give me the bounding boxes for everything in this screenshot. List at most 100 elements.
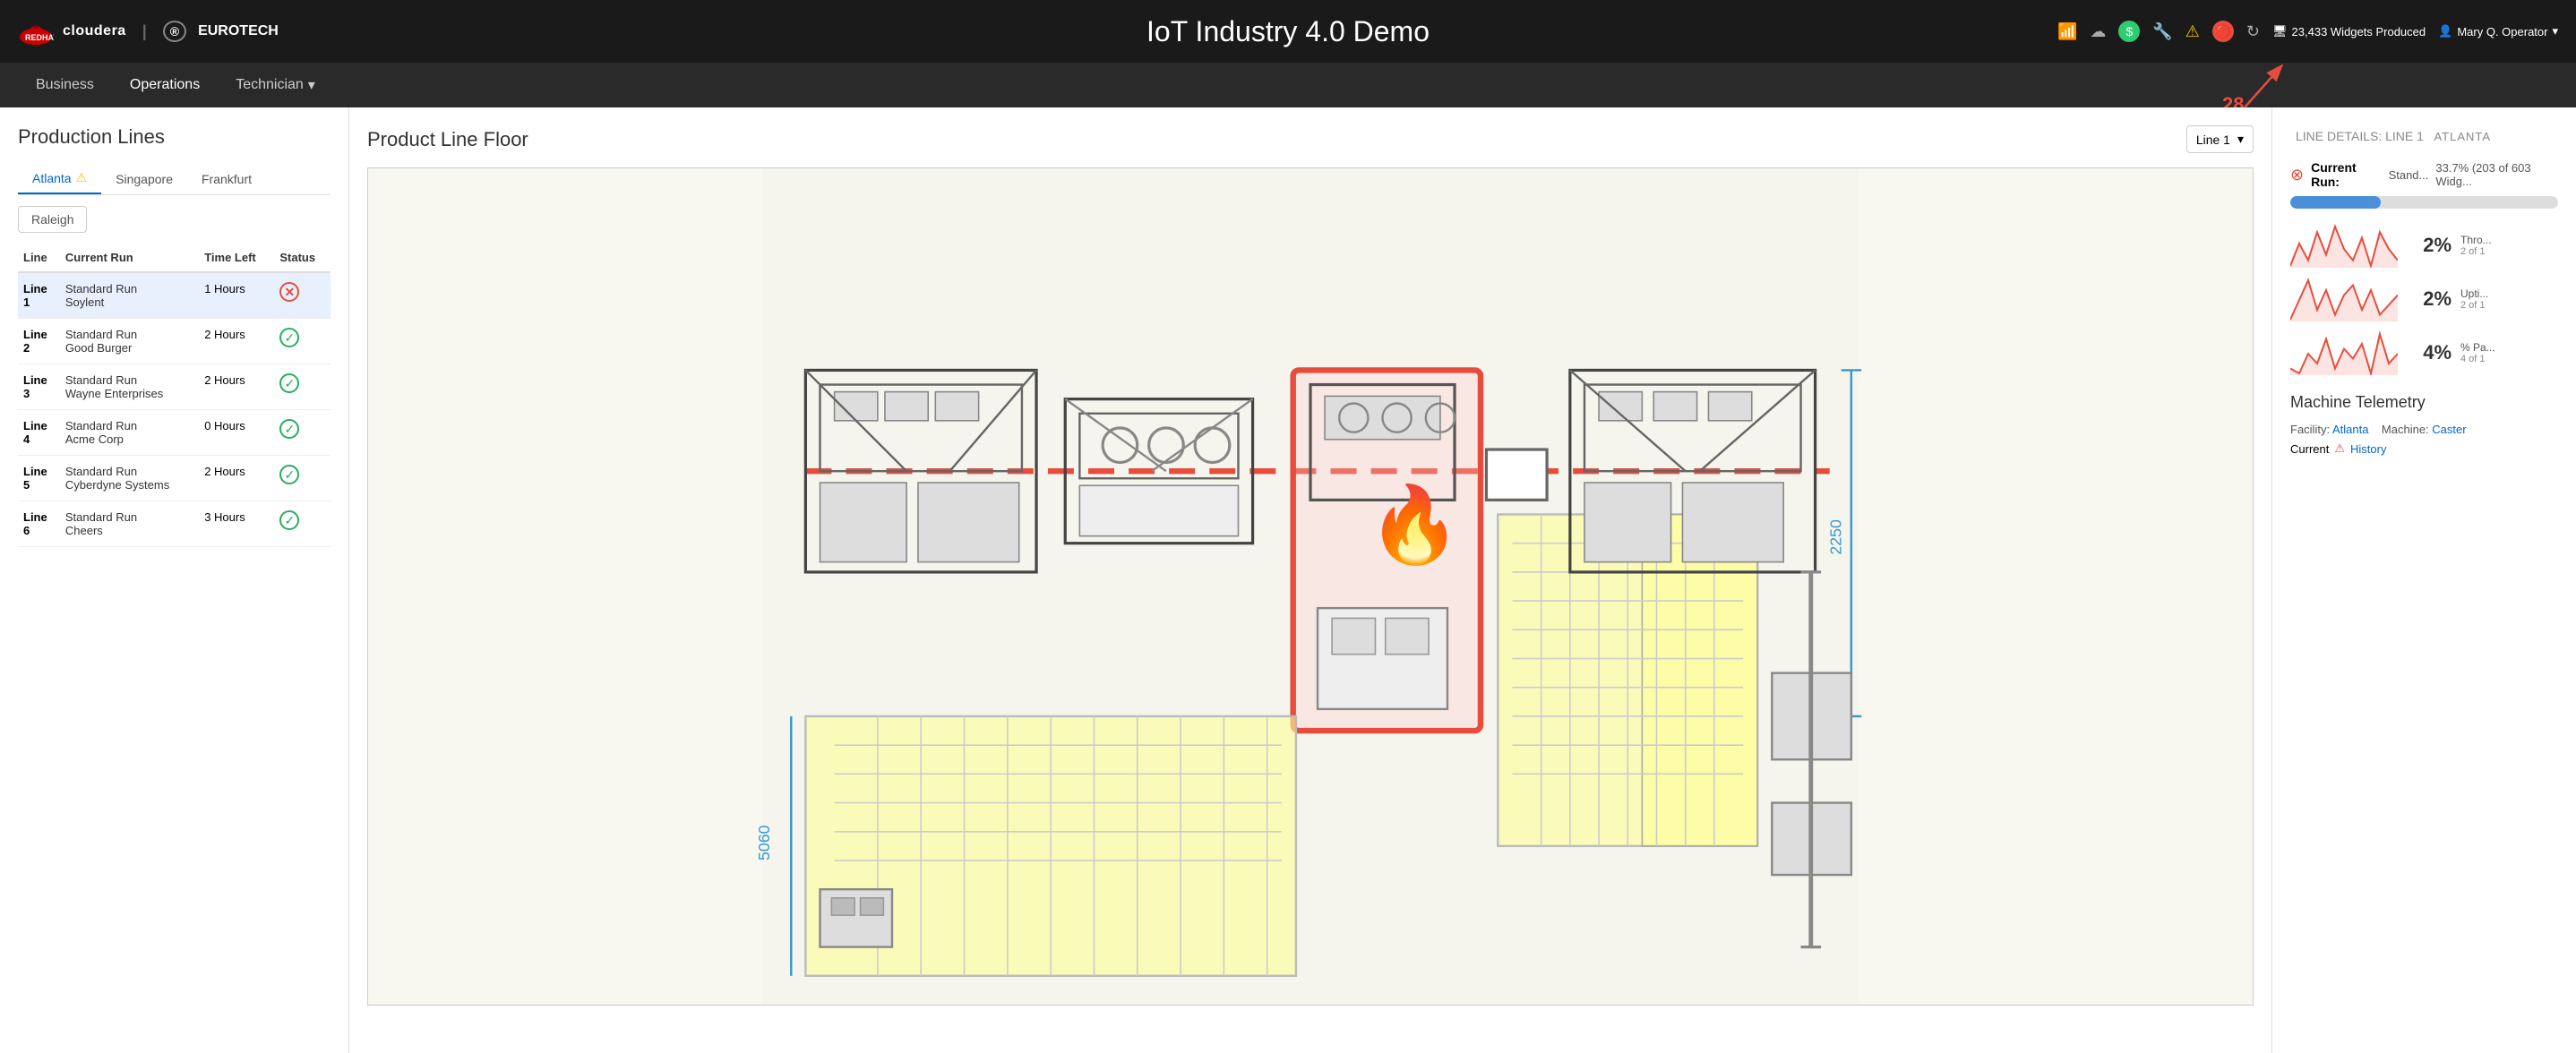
fire-icon: 🔥	[1368, 483, 1461, 568]
machine-telemetry-title: Machine Telemetry	[2290, 393, 2558, 412]
facility-link[interactable]: Atlanta	[2332, 423, 2368, 436]
table-row[interactable]: Line4 Standard RunAcme Corp 0 Hours ✓	[18, 410, 331, 456]
table-row[interactable]: Line2 Standard RunGood Burger 2 Hours ✓	[18, 319, 331, 364]
arrow-svg	[2191, 58, 2298, 112]
status-cell: ✕	[274, 272, 331, 319]
current-run-section: ⊗ Current Run: Stand... 33.7% (203 of 60…	[2290, 160, 2558, 209]
status-cell: ✓	[274, 456, 331, 501]
time-left: 2 Hours	[199, 319, 274, 364]
run-name: Standard RunWayne Enterprises	[65, 373, 163, 400]
time-left: 2 Hours	[199, 364, 274, 410]
table-row[interactable]: Line6 Standard RunCheers 3 Hours ✓	[18, 501, 331, 547]
current-run-label: ⊗ Current Run: Stand... 33.7% (203 of 60…	[2290, 160, 2558, 189]
wrench-icon[interactable]: 🔧	[2152, 22, 2172, 41]
redhat-logo: REDHAT	[18, 17, 54, 46]
warning-icon: ⚠	[2185, 22, 2200, 41]
tab-singapore[interactable]: Singapore	[101, 163, 187, 194]
line-details-title: Line Details: Line 1 ATLANTA	[2290, 125, 2558, 146]
user-icon: 👤	[2438, 24, 2452, 39]
current-warning-icon: ⚠	[2334, 441, 2345, 456]
nav-bar: Business Operations Technician ▾ 28	[0, 63, 2576, 107]
status-error-icon: ✕	[279, 282, 299, 302]
metric-value: 4%	[2407, 341, 2451, 364]
tab-raleigh[interactable]: Raleigh	[18, 206, 87, 233]
refresh-icon[interactable]: ↻	[2246, 22, 2260, 41]
svg-text:2250: 2250	[1827, 519, 1845, 555]
metric-label: % Pa...	[2460, 341, 2495, 354]
metric-value: 2%	[2407, 234, 2451, 257]
selector-chevron-icon: ▾	[2237, 132, 2244, 147]
metric-label: Upti...	[2460, 287, 2488, 300]
status-cell: ✓	[274, 364, 331, 410]
stop-circle-icon: ⊗	[2290, 166, 2304, 184]
alert-arrow-area: 28	[2191, 58, 2298, 112]
run-name: Standard RunSoylent	[65, 282, 137, 309]
header: REDHAT cloudera | ® EUROTECH IoT Industr…	[0, 0, 2576, 63]
col-current-run: Current Run	[60, 244, 199, 272]
monitor-icon: 🖥	[2272, 24, 2288, 39]
metric-row: 4% % Pa... 4 of 1	[2290, 330, 2558, 375]
chevron-down-icon: ▾	[308, 76, 315, 94]
progress-bar	[2290, 196, 2558, 209]
nav-business[interactable]: Business	[18, 63, 112, 107]
eurotech-circle: ®	[163, 21, 186, 42]
floor-title: Product Line Floor	[367, 128, 528, 151]
metric-label: Thro...	[2460, 234, 2492, 246]
progress-bar-fill	[2290, 196, 2381, 209]
floor-plan-svg: 🔥	[367, 167, 2254, 1006]
telemetry-current: Current ⚠ History	[2290, 441, 2558, 456]
col-status: Status	[274, 244, 331, 272]
eurotech-label: EUROTECH	[198, 23, 279, 39]
status-ok-icon: ✓	[279, 510, 299, 530]
user-menu[interactable]: 👤 Mary Q. Operator ▾	[2438, 24, 2558, 39]
telemetry-facility: Facility: Atlanta Machine: Caster	[2290, 423, 2558, 436]
nav-technician[interactable]: Technician ▾	[218, 63, 333, 107]
status-cell: ✓	[274, 319, 331, 364]
status-ok-icon: ✓	[279, 373, 299, 393]
run-name: Standard RunCyberdyne Systems	[65, 465, 169, 492]
wifi-icon: 📶	[2057, 22, 2077, 41]
main-content: Production Lines Atlanta ⚠ Singapore Fra…	[0, 107, 2576, 1053]
fire-alert-icon[interactable]: 🔴	[2212, 21, 2234, 42]
history-link[interactable]: History	[2350, 442, 2386, 456]
right-panel: Line Details: Line 1 ATLANTA ⊗ Current R…	[2271, 107, 2576, 1053]
middle-panel: Product Line Floor Line 1 ▾	[349, 107, 2271, 1053]
time-left: 2 Hours	[199, 456, 274, 501]
line-selector[interactable]: Line 1 ▾	[2186, 125, 2254, 153]
time-left: 3 Hours	[199, 501, 274, 547]
line-name: Line5	[23, 465, 47, 492]
table-row[interactable]: Line3 Standard RunWayne Enterprises 2 Ho…	[18, 364, 331, 410]
production-lines-title: Production Lines	[18, 125, 331, 149]
cloudera-logo: cloudera	[63, 23, 126, 39]
status-cell: ✓	[274, 410, 331, 456]
metric-row: 2% Thro... 2 of 1	[2290, 223, 2558, 268]
logo-group: REDHAT cloudera | ® EUROTECH	[18, 17, 279, 46]
metric-sublabel: 4 of 1	[2460, 354, 2495, 364]
metric-value: 2%	[2407, 287, 2451, 311]
machine-link[interactable]: Caster	[2432, 423, 2466, 436]
metrics-section: 2% Thro... 2 of 1 2% Upti... 2 of 1	[2290, 223, 2558, 375]
floor-header: Product Line Floor Line 1 ▾	[367, 125, 2254, 153]
chevron-down-icon: ▾	[2552, 24, 2558, 39]
table-row[interactable]: Line5 Standard RunCyberdyne Systems 2 Ho…	[18, 456, 331, 501]
line-name: Line3	[23, 373, 47, 400]
left-panel: Production Lines Atlanta ⚠ Singapore Fra…	[0, 107, 349, 1053]
nav-operations[interactable]: Operations	[112, 63, 218, 107]
col-line: Line	[18, 244, 60, 272]
sparkline-chart	[2290, 277, 2398, 321]
sparkline-chart	[2290, 223, 2398, 268]
status-ok-icon: ✓	[279, 465, 299, 484]
time-left: 0 Hours	[199, 410, 274, 456]
status-ok-icon: ✓	[279, 419, 299, 439]
line-name: Line1	[23, 282, 47, 309]
location-tabs: Atlanta ⚠ Singapore Frankfurt	[18, 163, 331, 195]
floor-diagram[interactable]: 🔥	[367, 167, 2254, 1006]
table-row[interactable]: Line1 Standard RunSoylent 1 Hours ✕	[18, 272, 331, 319]
run-name: Standard RunGood Burger	[65, 328, 137, 355]
run-name: Standard RunCheers	[65, 510, 137, 537]
line-name: Line2	[23, 328, 47, 355]
tab-frankfurt[interactable]: Frankfurt	[187, 163, 266, 194]
tab-atlanta[interactable]: Atlanta ⚠	[18, 163, 101, 194]
dollar-icon[interactable]: $	[2118, 21, 2140, 42]
widgets-count: 🖥 23,433 Widgets Produced	[2272, 24, 2426, 39]
